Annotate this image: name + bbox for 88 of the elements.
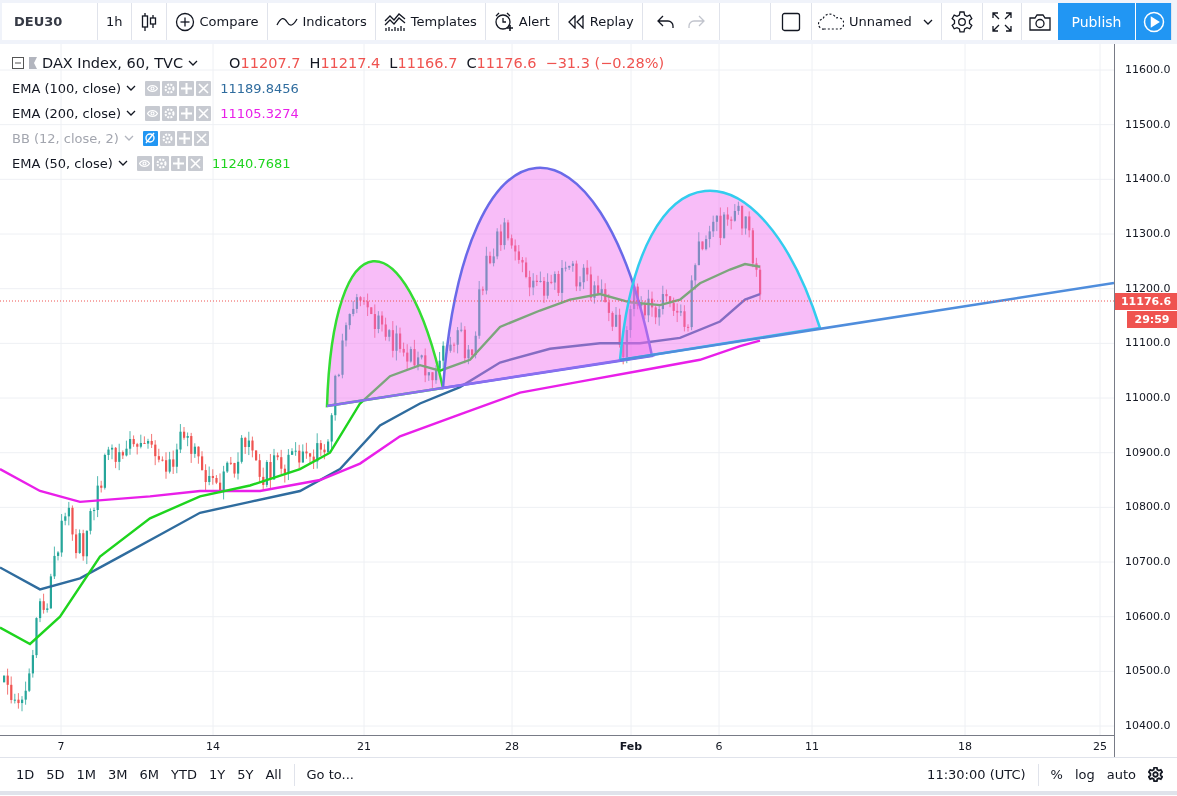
auto-button[interactable]: auto	[1100, 767, 1142, 782]
price-tick-label: 11400.0	[1125, 172, 1171, 186]
flag-icon	[29, 57, 37, 69]
square-icon	[781, 11, 801, 32]
close-icon[interactable]	[196, 80, 212, 96]
plus-icon[interactable]	[179, 105, 195, 121]
ohlc-value: O11207.7	[229, 55, 301, 71]
price-tick-label: 11200.0	[1125, 281, 1171, 295]
range-button[interactable]: 5D	[40, 767, 71, 782]
percent-button[interactable]: %	[1044, 767, 1069, 782]
range-button[interactable]: 6M	[133, 767, 166, 782]
caret-icon[interactable]	[126, 85, 137, 91]
settings-icon[interactable]	[162, 80, 178, 96]
close-icon[interactable]	[193, 130, 209, 146]
ohlc-value: L11166.7	[389, 55, 458, 71]
time-tick-label: 25	[1093, 740, 1107, 753]
price-tick-label: 10400.0	[1125, 719, 1171, 733]
settings-icon[interactable]	[153, 155, 169, 171]
close-icon[interactable]	[196, 105, 212, 121]
indicator-value: 11105.3274	[220, 105, 299, 121]
close-icon[interactable]	[187, 155, 203, 171]
collapse-icon[interactable]	[12, 57, 24, 69]
price-tick-label: 10600.0	[1125, 609, 1171, 623]
price-tick-label: 11000.0	[1125, 391, 1171, 404]
settings-icon[interactable]	[162, 105, 178, 121]
eye-icon[interactable]	[145, 105, 161, 121]
fullscreen-icon	[992, 11, 1012, 32]
time-tick-label: 21	[357, 740, 371, 753]
chart-lines-icon	[383, 11, 406, 32]
clock-time[interactable]: 11:30:00 (UTC)	[921, 767, 1032, 782]
range-button[interactable]: YTD	[165, 767, 203, 782]
time-tick-label: Feb	[619, 740, 643, 753]
go-to-button[interactable]: Go to...	[300, 767, 360, 782]
ohlc-value: C11176.6	[466, 55, 537, 71]
price-tick-label: 10500.0	[1125, 664, 1171, 678]
redo-icon	[686, 14, 705, 29]
indicator-name[interactable]: EMA (100, close)	[12, 80, 122, 96]
log-button[interactable]: log	[1068, 767, 1101, 782]
time-tick-label: 28	[505, 740, 519, 753]
plus-icon[interactable]	[179, 80, 195, 96]
indicator-name[interactable]: EMA (200, close)	[12, 105, 122, 121]
alarm-clock-icon	[493, 11, 514, 32]
range-button[interactable]: 1D	[10, 767, 41, 782]
price-tick-label: 11100.0	[1125, 336, 1171, 350]
rewind-icon	[566, 14, 585, 29]
symbol-title[interactable]: DAX Index, 60, TVC	[42, 55, 184, 71]
ohlc-value: H 11217.4	[309, 55, 381, 71]
price-tick-label: 11500.0	[1125, 117, 1171, 131]
plus-icon[interactable]	[170, 155, 186, 171]
change-value: −31.3 (−0.28%)	[545, 55, 665, 71]
caret-icon[interactable]	[117, 160, 128, 166]
cloud-icon	[818, 12, 844, 31]
range-button[interactable]: 3M	[102, 767, 134, 782]
eye-icon[interactable]	[145, 80, 161, 96]
time-tick-label: 7	[57, 740, 65, 753]
price-tick-label: 10800.0	[1125, 500, 1171, 514]
range-button[interactable]: 1M	[70, 767, 103, 782]
countdown-label: 29:59	[1127, 311, 1177, 328]
play-button[interactable]	[1136, 3, 1172, 40]
wave-icon	[275, 15, 298, 28]
price-tick-label: 10700.0	[1125, 555, 1171, 568]
price-tick-label: 10900.0	[1125, 445, 1171, 459]
play-icon	[1142, 10, 1165, 33]
range-button[interactable]: All	[259, 767, 288, 782]
candlestick-icon	[139, 11, 158, 32]
indicator-value: 11240.7681	[211, 155, 291, 171]
range-button[interactable]: 5Y	[231, 767, 260, 782]
time-tick-label: 6	[715, 740, 723, 753]
settings-icon	[951, 10, 973, 33]
range-button[interactable]: 1Y	[202, 767, 232, 782]
caret-icon[interactable]	[188, 60, 199, 66]
plus-circle-icon	[174, 11, 195, 32]
hidden-eye-icon[interactable]	[142, 130, 158, 146]
time-tick-label: 14	[206, 740, 220, 753]
undo-icon	[656, 14, 675, 29]
eye-icon[interactable]	[136, 155, 152, 171]
price-tick-label: 11300.0	[1125, 227, 1171, 240]
last-price-label: 11176.6	[1115, 293, 1177, 310]
indicator-value: 11189.8456	[220, 80, 299, 96]
time-tick-label: 18	[958, 740, 972, 753]
time-tick-label: 11	[805, 740, 819, 753]
camera-icon	[1029, 12, 1051, 31]
settings-icon[interactable]	[159, 130, 175, 146]
indicator-name[interactable]: EMA (50, close)	[12, 155, 113, 171]
caret-icon[interactable]	[126, 110, 137, 116]
plus-icon[interactable]	[176, 130, 192, 146]
price-tick-label: 11600.0	[1125, 63, 1171, 76]
caret-icon	[922, 18, 933, 25]
